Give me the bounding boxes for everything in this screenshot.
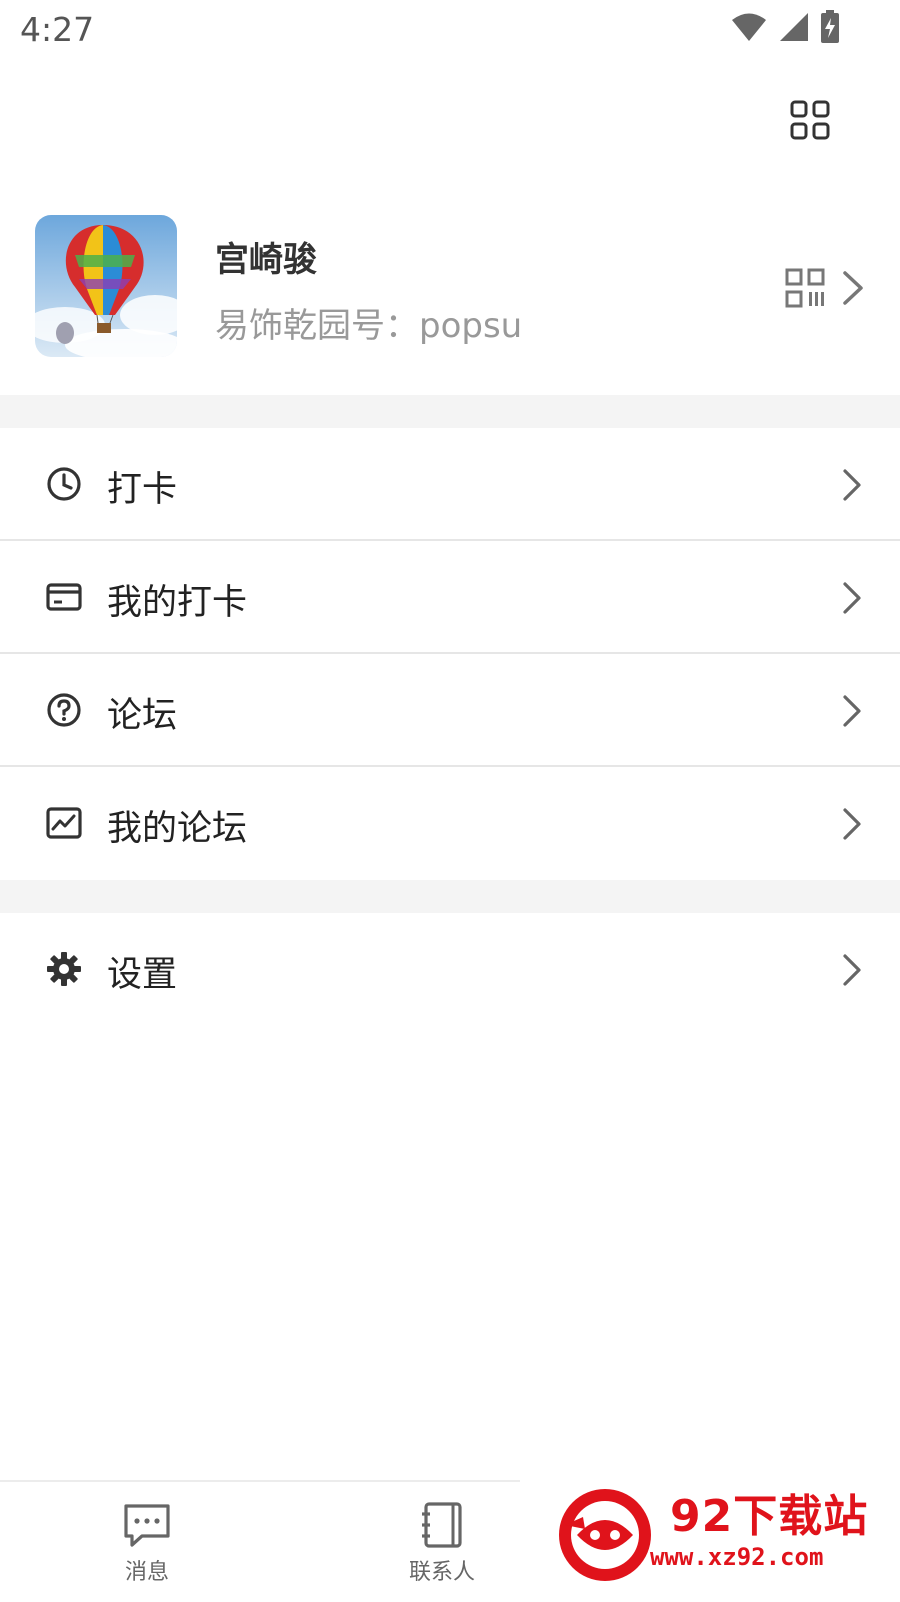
clock-icon <box>47 467 81 501</box>
chat-bubble-icon <box>124 1504 170 1547</box>
chevron-right-icon <box>843 271 863 305</box>
watermark-url: www.xz92.com <box>650 1543 824 1571</box>
profile-name: 宫崎骏 <box>215 240 317 280</box>
menu-item-my-forum[interactable]: 我的论坛 <box>0 767 900 880</box>
question-icon <box>47 693 81 727</box>
cell-signal-icon <box>780 13 808 41</box>
profile-card[interactable]: 宫崎骏 易饰乾园号：popsu <box>0 200 900 395</box>
menu-label: 我的打卡 <box>107 583 248 623</box>
nav-item-messages[interactable]: 消息 <box>72 1482 222 1602</box>
card-icon <box>46 583 82 611</box>
profile-id: 易饰乾园号：popsu <box>215 306 523 346</box>
watermark: 92下载站 www.xz92.com <box>520 1465 900 1600</box>
section-gap <box>0 395 900 428</box>
nav-label: 消息 <box>124 1560 169 1585</box>
status-time: 4:27 <box>20 10 95 49</box>
gear-icon <box>47 952 81 986</box>
menu-item-checkin[interactable]: 打卡 <box>0 428 900 541</box>
chart-image-icon <box>46 807 82 839</box>
menu-item-my-checkin[interactable]: 我的打卡 <box>0 541 900 654</box>
battery-charging-icon <box>821 10 839 43</box>
menu-label: 论坛 <box>107 696 178 736</box>
watermark-title: 92下载站 <box>670 1491 869 1542</box>
contacts-book-icon <box>422 1502 462 1548</box>
menu-label: 打卡 <box>107 470 178 510</box>
apps-grid-button[interactable] <box>790 100 830 140</box>
chevron-right-icon <box>843 695 861 727</box>
wifi-icon <box>732 13 766 41</box>
chevron-right-icon <box>843 808 861 840</box>
chevron-right-icon <box>843 469 861 501</box>
menu-item-forum[interactable]: 论坛 <box>0 654 900 767</box>
nav-label: 联系人 <box>408 1560 475 1585</box>
menu-item-settings[interactable]: 设置 <box>0 913 900 1026</box>
grid-icon <box>790 100 830 140</box>
chevron-right-icon <box>843 582 861 614</box>
menu-label: 设置 <box>107 955 178 995</box>
section-gap <box>0 880 900 913</box>
status-bar: 4:27 <box>0 0 900 60</box>
nav-item-contacts[interactable]: 联系人 <box>367 1482 517 1602</box>
hot-air-balloon-image <box>35 215 177 357</box>
avatar[interactable] <box>35 215 177 357</box>
menu-label: 我的论坛 <box>107 809 248 849</box>
chevron-right-icon <box>843 954 861 986</box>
status-icons <box>730 10 840 44</box>
qr-code-icon[interactable] <box>785 268 825 308</box>
watermark-logo-icon <box>559 1489 651 1581</box>
